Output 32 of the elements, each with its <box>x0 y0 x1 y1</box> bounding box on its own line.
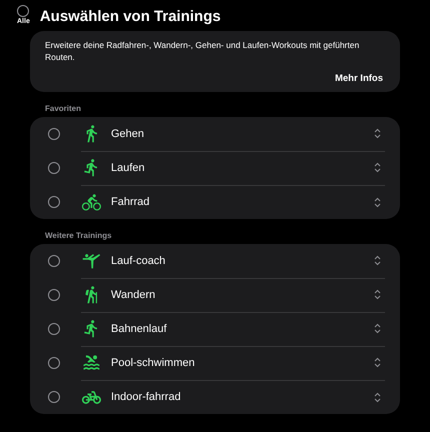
swimmer-icon <box>81 353 101 372</box>
workout-label: Laufen <box>111 162 146 174</box>
reorder-chevron-icon[interactable] <box>374 289 381 300</box>
radio-button[interactable] <box>48 289 60 301</box>
section-heading: Weitere Trainings <box>45 231 113 240</box>
workout-label: Lauf-coach <box>111 254 166 266</box>
reorder-chevron-icon[interactable] <box>374 255 381 266</box>
radio-button[interactable] <box>48 196 60 208</box>
radio-button[interactable] <box>48 357 60 369</box>
reorder-chevron-icon[interactable] <box>374 162 381 173</box>
reorder-chevron-icon[interactable] <box>374 357 381 368</box>
radio-button[interactable] <box>48 162 60 174</box>
bicycle-icon <box>81 192 101 212</box>
more-info-link[interactable]: Mehr Infos <box>334 73 383 84</box>
info-text: Erweitere deine Radfahren-, Wandern-, Gehen- und Laufen-Workouts mit geführten Routen. <box>45 39 360 63</box>
reorder-chevron-icon[interactable] <box>374 323 381 334</box>
section-heading: Favoriten <box>45 104 82 113</box>
workout-label: Wandern <box>111 288 156 300</box>
reorder-chevron-icon[interactable] <box>374 128 381 139</box>
radio-button[interactable] <box>17 5 30 17</box>
radio-button[interactable] <box>48 323 60 335</box>
workout-label: Bahnenlauf <box>111 322 168 334</box>
radio-button[interactable] <box>48 128 60 140</box>
reorder-chevron-icon[interactable] <box>374 392 381 402</box>
workout-label: Gehen <box>111 128 146 140</box>
workout-label: Pool-schwimmen <box>111 356 196 368</box>
reorder-chevron-icon[interactable] <box>374 196 381 208</box>
radio-button[interactable] <box>48 255 60 267</box>
workout-label: Fahrrad <box>111 196 151 208</box>
radio-button[interactable] <box>48 391 60 403</box>
page-title: Auswählen von Trainings <box>40 8 221 25</box>
workout-label: Indoor-fahrrad <box>111 391 182 403</box>
